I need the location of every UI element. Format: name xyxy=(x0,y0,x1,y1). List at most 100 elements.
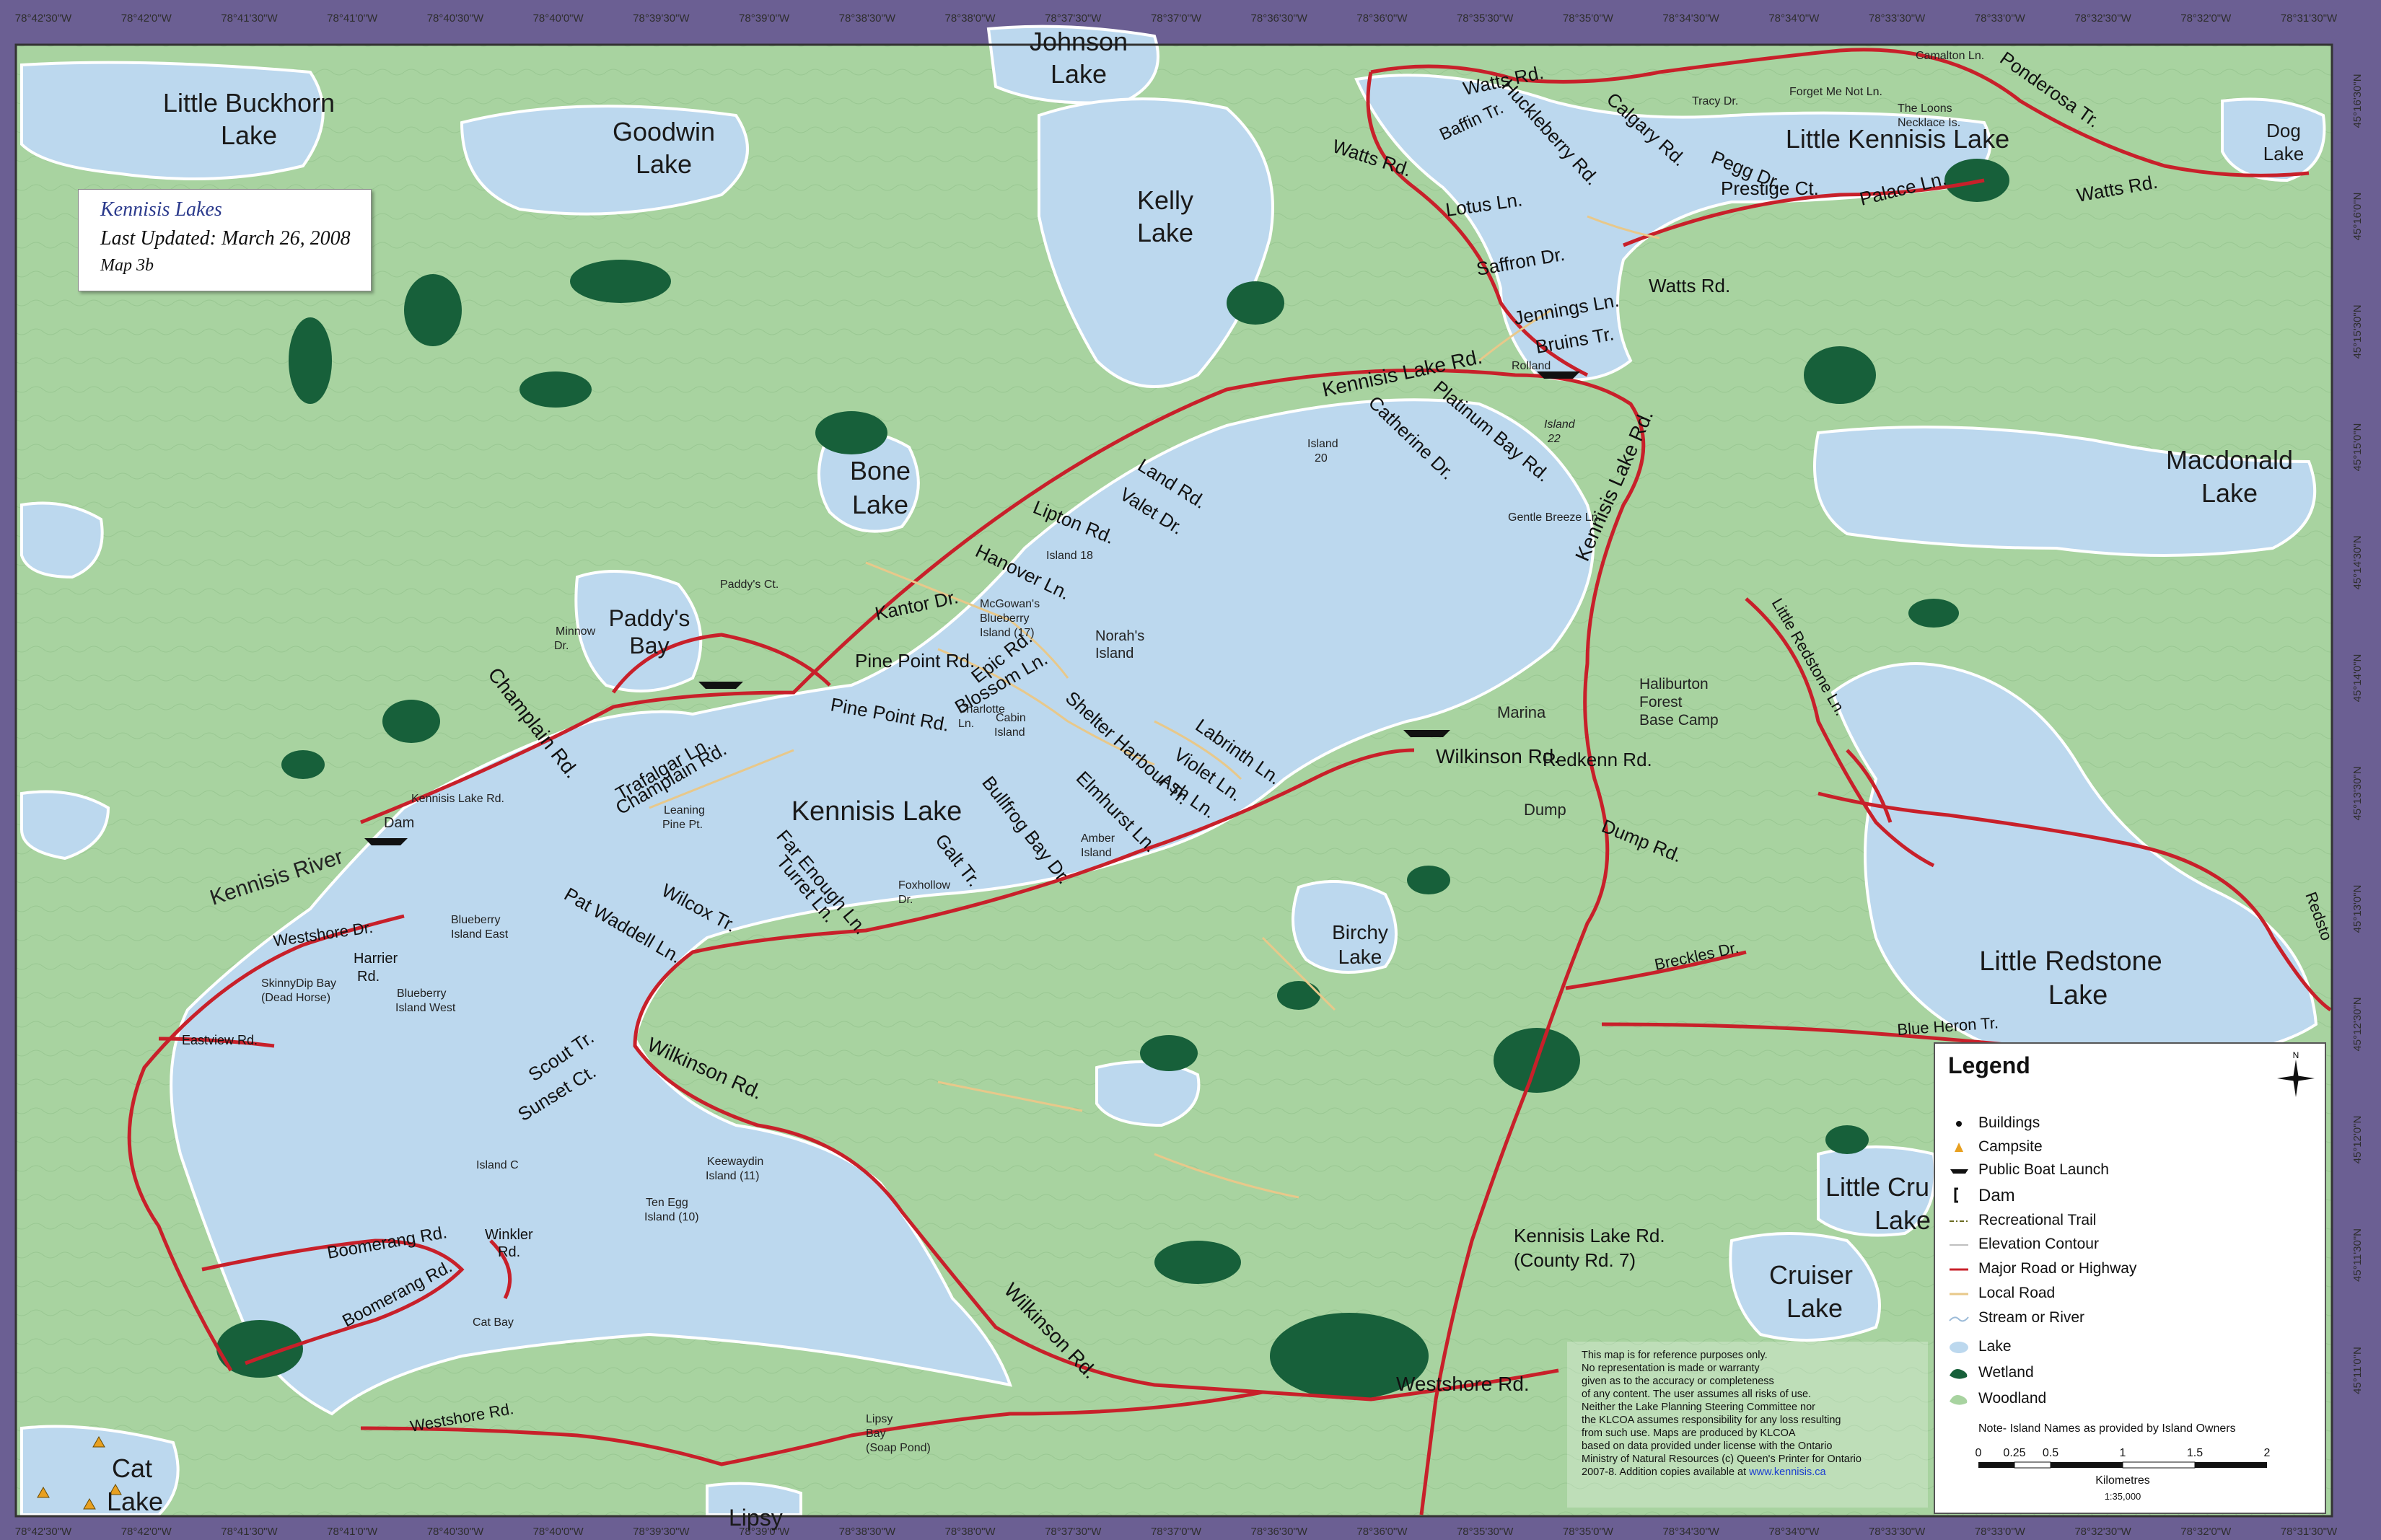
legend-item-woodland: Woodland xyxy=(1978,1390,2047,1407)
scale-tick-label: 1 xyxy=(2120,1447,2126,1459)
label-dam: Dam xyxy=(384,815,414,831)
wetland xyxy=(404,274,462,346)
disclaimer-url[interactable]: www.kennisis.ca xyxy=(1749,1466,1825,1478)
label-island22-2: 22 xyxy=(1547,433,1561,445)
legend-item-lake: Lake xyxy=(1978,1338,2012,1355)
lake-label-kennisis: Kennisis Lake xyxy=(792,796,963,827)
longitude-label: 78°40'0"W xyxy=(533,12,584,25)
small-lake-1 xyxy=(1095,1060,1201,1127)
road-label-wilkinson-1: Wilkinson Rd. xyxy=(1436,745,1559,767)
label-camalton: Camalton Ln. xyxy=(1916,50,1984,62)
label-gentle: Gentle Breeze Ln. xyxy=(1508,511,1601,524)
boat-launch-icon xyxy=(1950,1169,1968,1174)
label-mcgowans-2: Blueberry xyxy=(980,612,1029,625)
label-norahs-2: Island xyxy=(1095,646,1134,661)
wetland xyxy=(1140,1035,1198,1071)
disclaimer-line: the KLCOA assumes responsibility for any… xyxy=(1582,1414,1841,1426)
wetland xyxy=(570,260,671,303)
scale-unit: Kilometres xyxy=(2095,1474,2150,1487)
label-haliburton-1: Haliburton xyxy=(1639,676,1709,692)
campsite-icon xyxy=(1955,1143,1963,1152)
major-road-icon xyxy=(1950,1268,1968,1271)
longitude-label: 78°33'0"W xyxy=(1975,12,2026,25)
lake-icon xyxy=(1950,1342,1968,1353)
longitude-label: 78°41'30"W xyxy=(221,12,278,25)
longitude-label: 78°37'0"W xyxy=(1151,12,1202,25)
lake-label-birchy-2: Lake xyxy=(1338,946,1382,968)
lake-label-paddys-bay: Paddy's xyxy=(609,605,690,631)
label-blueberry-west-1: Blueberry xyxy=(397,987,446,1000)
label-loons-1: The Loons xyxy=(1898,102,1952,115)
boat-launch-icon xyxy=(364,838,408,845)
label-kl-rd-small: Kennisis Lake Rd. xyxy=(411,793,504,805)
legend-item-contour: Elevation Contour xyxy=(1978,1236,2099,1252)
recreational-trail-icon xyxy=(1950,1220,1968,1222)
label-blueberry-east-1: Blueberry xyxy=(451,914,500,926)
label-blueberry-west-2: Island West xyxy=(395,1002,456,1014)
latitude-label: 45°15'0"N xyxy=(2351,423,2364,472)
boat-launch-icon xyxy=(1403,730,1450,737)
longitude-label: 78°36'0"W xyxy=(1356,12,1408,25)
disclaimer-line: of any content. The user assumes all ris… xyxy=(1582,1389,1812,1400)
road-label-westshore-3: Westshore Rd. xyxy=(1396,1373,1530,1395)
disclaimer-line: from such use. Maps are produced by KLCO… xyxy=(1582,1427,1796,1439)
disclaimer-line: 2007-8. Addition copies available at www… xyxy=(1582,1466,1919,1479)
scale-tick-label: 0 xyxy=(1976,1447,1982,1459)
lake-label-macdonald-2: Lake xyxy=(2201,478,2258,508)
disclaimer-line: Neither the Lake Planning Steering Commi… xyxy=(1582,1402,1816,1413)
label-skinnydip-1: SkinnyDip Bay xyxy=(261,977,336,990)
label-ten-egg-1: Ten Egg xyxy=(646,1197,688,1209)
longitude-label: 78°41'30"W xyxy=(221,1526,278,1538)
wetland xyxy=(281,750,325,779)
longitude-label: 78°38'30"W xyxy=(839,12,896,25)
longitude-label: 78°34'0"W xyxy=(1768,1526,1820,1538)
bottom-coordinate-labels: 78°42'30"W 78°42'0"W 78°41'30"W 78°41'0"W 78… xyxy=(15,1526,2338,1538)
latitude-label: 45°16'30"N xyxy=(2351,74,2364,128)
disclaimer-line: Ministry of Natural Resources (c) Queen'… xyxy=(1582,1453,1862,1465)
latitude-label: 45°16'0"N xyxy=(2351,193,2364,241)
road-label-harrier-1: Harrier xyxy=(354,951,398,967)
longitude-label: 78°32'0"W xyxy=(2180,12,2232,25)
latitude-label: 45°11'30"N xyxy=(2351,1228,2364,1282)
road-label-prestige: Prestige Ct. xyxy=(1721,177,1819,199)
small-lake-3 xyxy=(20,501,104,579)
label-mcgowans-1: McGowan's xyxy=(980,598,1040,610)
boat-launch-icon xyxy=(698,682,743,689)
road-label-watts-3: Watts Rd. xyxy=(1649,275,1730,296)
longitude-label: 78°32'0"W xyxy=(2180,1526,2232,1538)
last-updated: Last Updated: March 26, 2008 xyxy=(100,227,351,250)
label-marina: Marina xyxy=(1497,703,1546,721)
scale-tick-label: 1.5 xyxy=(2187,1447,2203,1459)
longitude-label: 78°39'30"W xyxy=(633,12,690,25)
longitude-label: 78°36'0"W xyxy=(1356,1526,1408,1538)
label-amber-2: Island xyxy=(1081,847,1112,859)
label-dump: Dump xyxy=(1524,801,1566,819)
road-label-eastview: Eastview Rd. xyxy=(182,1033,258,1047)
lake-label-dog: Dog xyxy=(2266,120,2301,141)
legend-item-local-road: Local Road xyxy=(1978,1285,2056,1301)
road-label-winkler-2: Rd. xyxy=(498,1244,520,1260)
wetland xyxy=(1277,981,1320,1010)
latitude-label: 45°12'30"N xyxy=(2351,997,2364,1051)
lake-label-little-buckhorn: Little Buckhorn xyxy=(163,88,335,118)
lake-label-paddys-bay-2: Bay xyxy=(629,633,669,659)
legend-item-wetland: Wetland xyxy=(1978,1364,2034,1381)
longitude-label: 78°35'30"W xyxy=(1457,1526,1514,1538)
road-label-county-1: Kennisis Lake Rd. xyxy=(1514,1225,1665,1246)
label-tracy: Tracy Dr. xyxy=(1692,95,1738,107)
lake-label-johnson-2: Lake xyxy=(1051,59,1107,89)
label-minnow-2: Dr. xyxy=(554,640,569,652)
wetland xyxy=(1825,1125,1869,1154)
longitude-label: 78°33'0"W xyxy=(1975,1526,2026,1538)
longitude-label: 78°38'0"W xyxy=(945,1526,996,1538)
longitude-label: 78°37'0"W xyxy=(1151,1526,1202,1538)
lake-label-bone: Bone xyxy=(850,456,911,485)
label-lipsy-bay-2: Bay xyxy=(866,1427,886,1440)
top-coordinate-labels: 78°42'30"W 78°42'0"W 78°41'30"W 78°41'0"W 78… xyxy=(15,12,2338,25)
longitude-label: 78°31'30"W xyxy=(2281,1526,2338,1538)
longitude-label: 78°34'0"W xyxy=(1768,12,1820,25)
lake-label-cruiser: Cruiser xyxy=(1769,1260,1853,1290)
map-frame: 78°42'30"W 78°42'0"W 78°41'30"W 78°41'0"W 78… xyxy=(0,0,2381,1540)
dam-icon xyxy=(1954,1187,1958,1203)
longitude-label: 78°40'30"W xyxy=(427,1526,484,1538)
